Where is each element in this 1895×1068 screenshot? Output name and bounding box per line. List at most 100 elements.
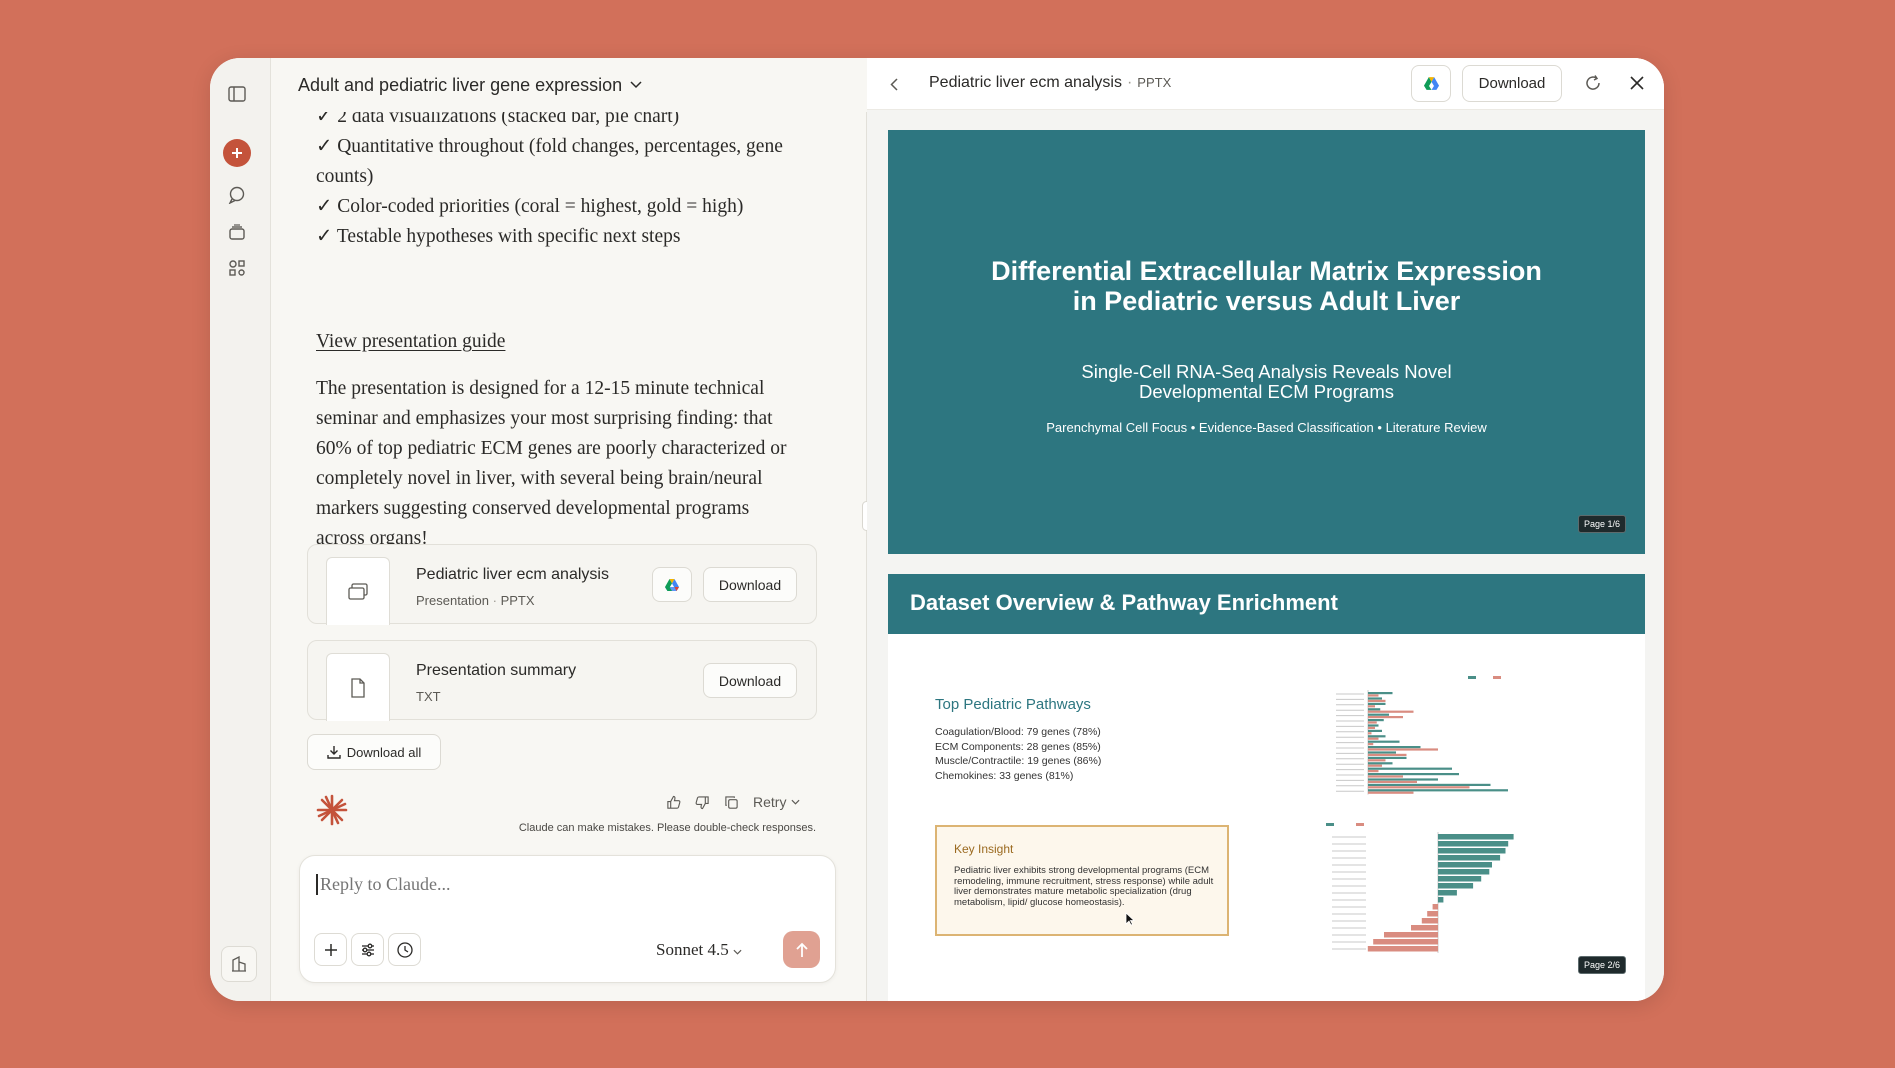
key-insight-box: Key Insight Pediatric liver exhibits str… — [935, 825, 1229, 936]
download-button[interactable]: Download — [703, 567, 797, 602]
pathway-enrichment-chart — [1318, 670, 1518, 810]
pathway-item: Muscle/Contractile: 19 genes (86%) — [935, 755, 1102, 768]
chart-bar-pediatric — [1368, 735, 1386, 738]
legend-swatch — [1468, 676, 1476, 679]
slide-header-band: Dataset Overview & Pathway Enrichment — [888, 574, 1645, 634]
file-name: Pediatric liver ecm analysis — [416, 566, 609, 583]
chart-bar-pediatric — [1368, 692, 1393, 695]
artifacts-icon[interactable] — [225, 256, 249, 280]
download-icon — [327, 746, 341, 759]
refresh-button[interactable] — [1580, 70, 1606, 96]
legend-swatch — [1356, 823, 1364, 826]
sidebar-rail — [210, 58, 271, 1001]
chart-bar-adult — [1368, 705, 1375, 708]
send-button[interactable] — [783, 931, 820, 968]
chart-bar-adult — [1368, 791, 1414, 794]
slide-2: Dataset Overview & Pathway Enrichment To… — [888, 574, 1645, 1001]
model-selector[interactable]: Sonnet 4.5 — [656, 940, 742, 960]
download-button[interactable]: Download — [703, 663, 797, 698]
chart-bar-adult — [1368, 770, 1379, 773]
chart-bar-pediatric — [1368, 702, 1386, 705]
chat-pane: ✓ 2 data visualizations (stacked bar, pi… — [271, 58, 867, 1001]
composer: Sonnet 4.5 — [299, 855, 836, 983]
chart-bar-pediatric — [1368, 708, 1381, 711]
chart-bar — [1411, 925, 1438, 931]
download-all-button[interactable]: Download all — [307, 734, 441, 770]
chart-bar-adult — [1368, 694, 1379, 697]
arrow-up-icon — [795, 942, 808, 957]
presentation-icon — [348, 582, 368, 600]
retry-button[interactable]: Retry — [753, 794, 800, 810]
file-thumbnail — [326, 653, 390, 721]
conversation-title: Adult and pediatric liver gene expressio… — [298, 74, 623, 95]
chart-bar-adult — [1368, 748, 1438, 751]
chart-bar-adult — [1368, 753, 1407, 756]
chart-bar-pediatric — [1368, 751, 1396, 754]
slide-title: Differential Extracellular Matrix Expres… — [991, 256, 1542, 316]
chart-bar-adult — [1368, 737, 1379, 740]
tools-button[interactable] — [351, 933, 384, 966]
thumbs-up-icon[interactable] — [666, 795, 681, 810]
bullet-item: ✓ Quantitative throughout (fold changes,… — [316, 136, 783, 187]
chart-bar-pediatric — [1368, 773, 1459, 776]
sliders-icon — [361, 943, 374, 956]
file-card-pptx[interactable]: Pediatric liver ecm analysis Presentatio… — [307, 544, 817, 625]
download-all-label: Download all — [346, 744, 422, 760]
message-actions: Retry — [666, 794, 800, 810]
chevron-down-icon — [733, 949, 742, 955]
chart-bar — [1427, 911, 1438, 917]
chart-bar-adult — [1368, 775, 1403, 778]
file-card-txt[interactable]: Presentation summary TXT Download — [307, 640, 817, 721]
pathway-item: Coagulation/Blood: 79 genes (78%) — [935, 726, 1101, 738]
chart-bar-pediatric — [1368, 719, 1384, 722]
download-button[interactable]: Download — [1462, 65, 1562, 102]
preview-pane: Pediatric liver ecm analysis · PPTX Downlo… — [867, 58, 1664, 1001]
chart-bar-adult — [1368, 786, 1470, 789]
google-drive-icon — [665, 578, 679, 591]
disclaimer-text: Claude can make mistakes. Please double-… — [518, 822, 816, 834]
close-button[interactable] — [1624, 70, 1650, 96]
page-badge: Page 2/6 — [1578, 956, 1627, 974]
chart-bar — [1367, 946, 1438, 952]
slide-subtitle: Single-Cell RNA-Seq Analysis Reveals Nov… — [1081, 361, 1452, 402]
preview-header: Pediatric liver ecm analysis · PPTX Downlo… — [867, 58, 1664, 110]
save-to-drive-button[interactable] — [1411, 65, 1451, 102]
key-insight-text: Pediatric liver exhibits strong developm… — [954, 865, 1214, 908]
chart-bar — [1432, 904, 1438, 910]
clock-icon — [396, 941, 413, 958]
new-chat-button[interactable] — [223, 139, 251, 167]
close-icon — [1630, 76, 1644, 90]
thumbs-down-icon[interactable] — [695, 795, 710, 810]
legend-swatch — [1326, 823, 1334, 826]
app-window: ✓ 2 data visualizations (stacked bar, pi… — [210, 58, 1664, 1001]
back-button[interactable] — [882, 72, 906, 96]
chats-icon[interactable] — [225, 183, 249, 207]
save-to-drive-button[interactable] — [652, 567, 692, 602]
workspace-button[interactable] — [221, 946, 257, 982]
history-button[interactable] — [388, 933, 421, 966]
reply-input[interactable] — [316, 874, 796, 895]
pathway-item: ECM Components: 28 genes (85%) — [935, 740, 1101, 753]
bullet-item: ✓ Color-coded priorities (coral = highes… — [316, 196, 744, 217]
chart-bar-adult — [1368, 721, 1377, 724]
chart-bar — [1373, 939, 1438, 945]
chart-bar-adult — [1368, 699, 1386, 702]
chart-bar-pediatric — [1368, 724, 1379, 727]
add-attachment-button[interactable] — [314, 933, 347, 966]
chart-bar-adult — [1368, 726, 1375, 729]
chart-bar — [1438, 876, 1482, 882]
projects-icon[interactable] — [225, 220, 249, 244]
conversation-title-button[interactable]: Adult and pediatric liver gene expressio… — [271, 58, 867, 112]
chart-bar — [1421, 918, 1438, 924]
pathway-item: Chemokines: 33 genes (81%) — [935, 770, 1074, 783]
mouse-cursor-icon — [1125, 912, 1135, 926]
chart-bar-pediatric — [1368, 783, 1491, 786]
chart-bar-pediatric — [1368, 746, 1421, 749]
sidebar-toggle-icon[interactable] — [225, 82, 249, 106]
chart-bar — [1438, 855, 1501, 861]
file-meta: TXT — [416, 689, 441, 704]
copy-icon[interactable] — [724, 795, 739, 810]
presentation-guide-link[interactable]: View presentation guide — [316, 327, 505, 357]
chart-bar-pediatric — [1368, 729, 1382, 732]
legend-swatch — [1493, 676, 1501, 679]
